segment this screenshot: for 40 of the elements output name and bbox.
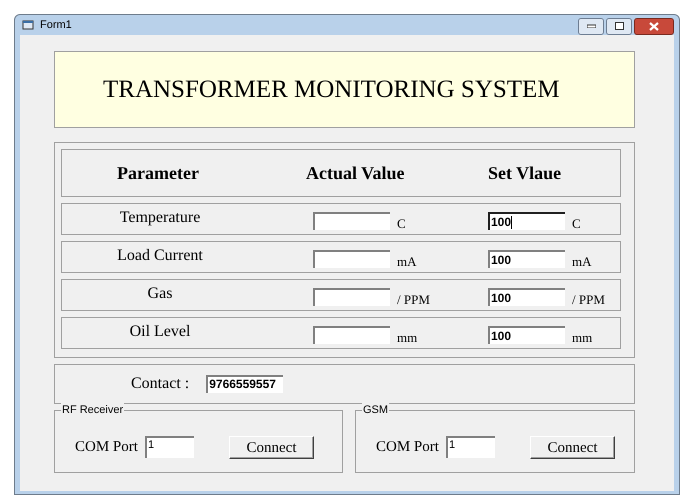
unit-label: mm bbox=[397, 329, 418, 347]
minimize-button[interactable] bbox=[578, 18, 604, 34]
maximize-button[interactable] bbox=[606, 18, 632, 34]
actual-value-field[interactable] bbox=[313, 212, 390, 230]
contact-label: Contact : bbox=[131, 374, 190, 394]
actual-value-field[interactable] bbox=[313, 288, 390, 306]
actual-value-field[interactable] bbox=[313, 326, 390, 344]
parameter-label: Gas bbox=[146, 284, 174, 304]
close-icon bbox=[649, 22, 659, 30]
window-icon bbox=[22, 19, 34, 31]
parameter-label: Temperature bbox=[118, 208, 202, 228]
actual-value-field[interactable] bbox=[313, 250, 390, 268]
column-header: Actual Value bbox=[305, 162, 406, 184]
column-header: Parameter bbox=[116, 162, 200, 184]
column-header: Set Vlaue bbox=[487, 162, 562, 184]
set-value-field[interactable]: 100 bbox=[488, 250, 565, 268]
minimize-icon bbox=[586, 24, 596, 28]
com-port-label: COM Port bbox=[75, 438, 138, 457]
com-port-label: COM Port bbox=[376, 438, 439, 457]
banner-title: TRANSFORMER MONITORING SYSTEM bbox=[103, 74, 560, 105]
parameter-label: Load Current bbox=[116, 246, 204, 266]
com-port-field[interactable]: 1 bbox=[446, 436, 495, 458]
unit-label: C bbox=[397, 215, 406, 233]
unit-label: mA bbox=[397, 253, 416, 271]
parameter-label: Oil Level bbox=[128, 322, 192, 342]
contact-field[interactable]: 9766559557 bbox=[206, 375, 284, 393]
set-value-field[interactable]: 100 bbox=[488, 288, 565, 306]
maximize-icon bbox=[614, 22, 624, 30]
com-port-field[interactable]: 1 bbox=[145, 436, 194, 458]
unit-label: / PPM bbox=[572, 291, 605, 309]
set-value-field[interactable]: 100 bbox=[488, 212, 565, 230]
unit-label: C bbox=[572, 215, 581, 233]
connect-button[interactable]: Connect bbox=[530, 436, 615, 459]
window-title: Form1 bbox=[40, 18, 72, 33]
unit-label: / PPM bbox=[397, 291, 430, 309]
set-value-field[interactable]: 100 bbox=[488, 326, 565, 344]
connect-button[interactable]: Connect bbox=[229, 436, 314, 459]
unit-label: mm bbox=[572, 329, 592, 347]
unit-label: mA bbox=[572, 253, 592, 271]
close-button[interactable] bbox=[634, 18, 674, 34]
